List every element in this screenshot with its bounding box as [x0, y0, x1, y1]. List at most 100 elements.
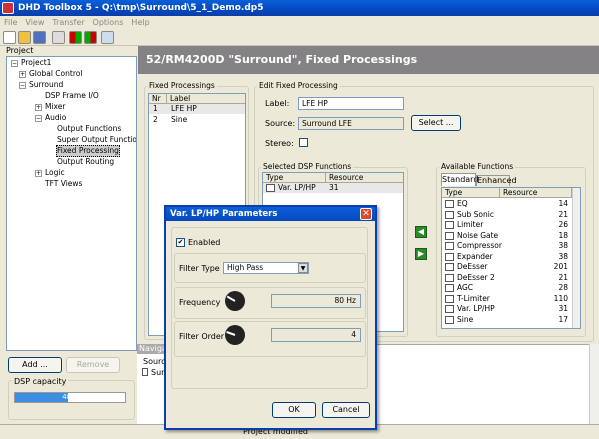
ok-button[interactable]: OK: [272, 402, 316, 418]
available-functions-list[interactable]: Type Resource EQ 14 Sub Sonic 21 Limiter 26 No…: [441, 187, 581, 329]
menu-file[interactable]: File: [0, 16, 21, 29]
column-header-type[interactable]: Type: [442, 188, 500, 198]
table-row[interactable]: Noise Gate 18: [442, 231, 572, 241]
stereo-checkbox[interactable]: [299, 138, 308, 147]
enabled-checkbox[interactable]: ✔: [176, 238, 185, 247]
tree-item-super-output-functions[interactable]: Super Output Functions: [57, 135, 136, 145]
available-functions-label: Available Functions: [439, 162, 516, 171]
menu-transfer[interactable]: Transfer: [48, 16, 88, 29]
tab-enhanced[interactable]: Enhanced: [476, 175, 517, 186]
expand-icon[interactable]: +: [19, 71, 26, 78]
close-icon[interactable]: ✕: [360, 208, 372, 220]
chevron-down-icon[interactable]: ▼: [298, 263, 308, 273]
column-header-label[interactable]: Label: [167, 94, 245, 104]
scrollbar[interactable]: [572, 188, 580, 328]
column-header-resource[interactable]: Resource: [326, 173, 403, 183]
tree-item-project1[interactable]: Project1: [21, 58, 51, 68]
receive-icon[interactable]: [84, 31, 97, 44]
save-icon[interactable]: [33, 31, 46, 44]
project-panel-label: Project: [6, 46, 34, 55]
tree-item-output-routing[interactable]: Output Routing: [57, 157, 114, 167]
page-title: 52/RM4200D "Surround", Fixed Processings: [138, 46, 599, 74]
table-row[interactable]: Var. LP/HP 31: [263, 183, 403, 193]
column-header-resource[interactable]: Resource: [500, 188, 572, 198]
fixed-processings-label: Fixed Processings: [147, 81, 217, 90]
frequency-label: Frequency: [179, 298, 221, 307]
view-icon[interactable]: [101, 31, 114, 44]
row-type: Expander: [457, 251, 493, 261]
row-resource: 17: [558, 314, 568, 324]
table-row[interactable]: Sub Sonic 21: [442, 210, 572, 220]
frequency-knob[interactable]: [225, 291, 245, 311]
tree-item-surround[interactable]: Surround: [29, 80, 63, 90]
row-type: Noise Gate: [457, 230, 499, 240]
row-type: T-Limiter: [457, 293, 490, 303]
filter-order-knob[interactable]: [225, 325, 245, 345]
label-input[interactable]: LFE HP: [298, 97, 404, 110]
row-type: DeEsser: [457, 262, 488, 271]
table-row[interactable]: Compressor 38: [442, 241, 572, 251]
column-header-nr[interactable]: Nr: [149, 94, 167, 104]
tree-item-logic[interactable]: Logic: [45, 168, 65, 178]
dsp-capacity-label: DSP capacity: [12, 377, 69, 386]
collapse-icon[interactable]: −: [19, 82, 26, 89]
table-row[interactable]: T-Limiter 110: [442, 294, 572, 304]
arrow-left-icon[interactable]: ◀: [415, 226, 427, 238]
tree-item-fixed-processing[interactable]: Fixed Processing: [56, 145, 120, 157]
filter-order-value: 4: [271, 328, 361, 342]
transfer-icon[interactable]: [69, 31, 82, 44]
row-type: Var. LP/HP: [278, 183, 316, 192]
table-row[interactable]: DeEsser 201: [442, 262, 572, 272]
new-file-icon[interactable]: [3, 31, 16, 44]
table-row[interactable]: AGC 28: [442, 283, 572, 293]
table-row[interactable]: 1 LFE HP: [149, 104, 245, 114]
expand-icon[interactable]: +: [35, 170, 42, 177]
project-tree[interactable]: − Project1 + Global Control − Surround D…: [6, 56, 137, 351]
scrollbar[interactable]: [589, 344, 599, 424]
row-resource: 21: [558, 272, 568, 282]
remove-button[interactable]: Remove: [66, 357, 120, 373]
table-row[interactable]: EQ 14: [442, 199, 572, 209]
enabled-label: Enabled: [188, 238, 221, 247]
table-row[interactable]: Var. LP/HP 31: [442, 304, 572, 314]
tree-item-audio[interactable]: Audio: [45, 113, 66, 123]
var-lp-hp-dialog: Var. LP/HP Parameters ✕ ✔ Enabled Filter…: [164, 205, 377, 430]
filter-order-label: Filter Order: [179, 332, 225, 341]
menu-help[interactable]: Help: [127, 16, 153, 29]
table-row[interactable]: 2 Sine: [149, 115, 245, 125]
row-type: Sine: [457, 314, 474, 324]
table-row[interactable]: Limiter 26: [442, 220, 572, 230]
table-row[interactable]: Sine 17: [442, 315, 572, 325]
tab-standard[interactable]: Standard: [441, 173, 478, 186]
collapse-icon[interactable]: −: [35, 115, 42, 122]
arrow-right-icon[interactable]: ▶: [415, 248, 427, 260]
menu-options[interactable]: Options: [89, 16, 128, 29]
menu-view[interactable]: View: [21, 16, 48, 29]
tree-item-mixer[interactable]: Mixer: [45, 102, 65, 112]
open-folder-icon[interactable]: [18, 31, 31, 44]
row-type: DeEsser 2: [457, 272, 495, 282]
function-icon: [445, 242, 454, 250]
tree-item-global-control[interactable]: Global Control: [29, 69, 82, 79]
table-row[interactable]: Expander 38: [442, 252, 572, 262]
column-header-type[interactable]: Type: [263, 173, 326, 183]
row-type: Limiter: [457, 220, 484, 229]
add-button[interactable]: Add ...: [8, 357, 62, 373]
function-icon: [445, 294, 454, 303]
dsp-capacity-value: 48%: [62, 393, 78, 401]
speaker-icon: [142, 368, 148, 376]
cancel-button[interactable]: Cancel: [322, 402, 370, 418]
collapse-icon[interactable]: −: [11, 60, 18, 67]
row-resource: 31: [329, 183, 339, 192]
tree-item-output-functions[interactable]: Output Functions: [57, 124, 121, 134]
print-icon[interactable]: [52, 31, 65, 44]
table-row[interactable]: DeEsser 2 21: [442, 273, 572, 283]
tree-item-tft-views[interactable]: TFT Views: [45, 179, 82, 189]
tree-item-dsp-frame-io[interactable]: DSP Frame I/O: [45, 91, 99, 101]
expand-icon[interactable]: +: [35, 104, 42, 111]
function-icon: [445, 284, 454, 292]
filter-type-label: Filter Type: [179, 264, 220, 273]
select-button[interactable]: Select ...: [411, 115, 461, 131]
filter-type-select[interactable]: High Pass: [223, 262, 309, 274]
row-resource: 26: [558, 220, 568, 229]
